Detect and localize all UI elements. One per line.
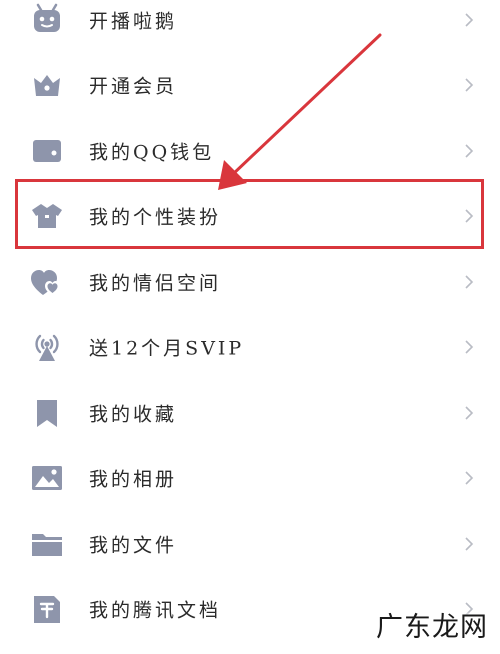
menu-item-label: 我的文件 <box>89 534 178 557</box>
watermark-text: 广东龙网 <box>376 612 488 643</box>
menu-item-wallet[interactable]: 我的QQ钱包 <box>0 118 500 184</box>
chevron-right-icon <box>464 143 474 159</box>
menu-item-favorites[interactable]: 我的收藏 <box>0 380 500 446</box>
menu-item-label: 开通会员 <box>89 75 178 98</box>
chevron-right-icon <box>464 339 474 355</box>
chevron-right-icon <box>464 12 474 28</box>
menu-item-label: 我的情侣空间 <box>89 272 222 295</box>
doc-icon <box>30 592 64 626</box>
menu-item-label: 我的收藏 <box>89 403 178 426</box>
crown-icon <box>30 68 64 102</box>
folder-icon <box>30 527 64 561</box>
menu-item-label: 我的相册 <box>89 468 178 491</box>
chevron-right-icon <box>464 470 474 486</box>
bookmark-icon <box>30 396 64 430</box>
chevron-right-icon <box>464 208 474 224</box>
wallet-icon <box>30 134 64 168</box>
menu-item-kaibo[interactable]: 开播啦鹅 <box>0 0 500 53</box>
hearts-icon <box>30 265 64 299</box>
chevron-right-icon <box>464 536 474 552</box>
menu-item-album[interactable]: 我的相册 <box>0 446 500 512</box>
menu-item-svip-gift[interactable]: 送12个月SVIP <box>0 315 500 381</box>
chevron-right-icon <box>464 274 474 290</box>
menu-item-files[interactable]: 我的文件 <box>0 511 500 577</box>
tshirt-icon <box>30 199 64 233</box>
menu-item-label: 我的个性装扮 <box>89 206 222 229</box>
menu-item-couple-space[interactable]: 我的情侣空间 <box>0 249 500 315</box>
menu-item-vip[interactable]: 开通会员 <box>0 53 500 119</box>
photo-icon <box>30 461 64 495</box>
menu-item-personal-dressup[interactable]: 我的个性装扮 <box>0 184 500 250</box>
settings-menu: 开播啦鹅 开通会员 我的QQ钱包 我的个性装扮 我的情侣空间 送12个月SVIP… <box>0 0 500 642</box>
chevron-right-icon <box>464 405 474 421</box>
menu-item-label: 送12个月SVIP <box>89 337 245 360</box>
chevron-right-icon <box>464 77 474 93</box>
robot-icon <box>30 3 64 37</box>
signal-tower-icon <box>30 330 64 364</box>
menu-item-label: 我的QQ钱包 <box>89 141 215 164</box>
menu-item-label: 我的腾讯文档 <box>89 599 222 622</box>
menu-item-label: 开播啦鹅 <box>89 10 178 33</box>
